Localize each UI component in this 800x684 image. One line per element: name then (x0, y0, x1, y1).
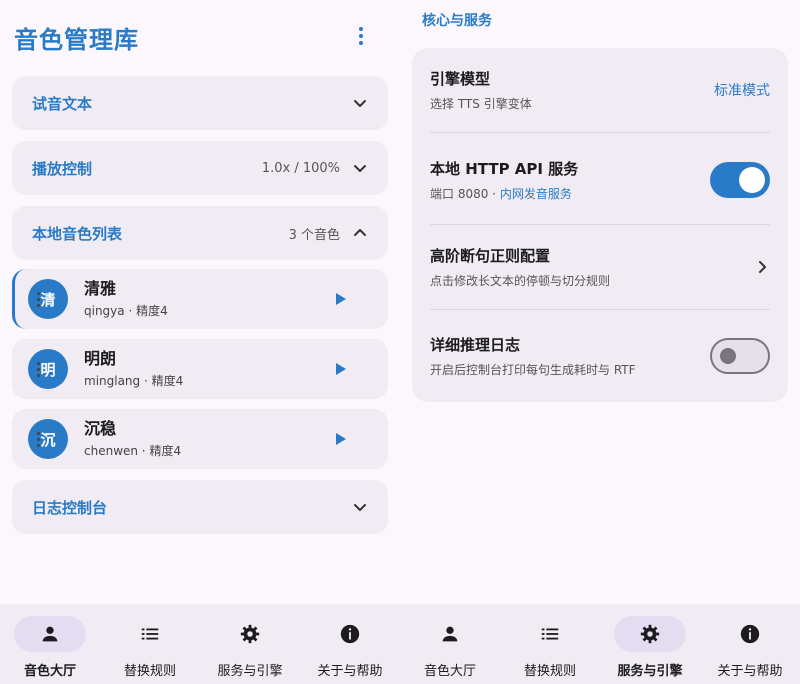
voice-name: 清雅 (84, 279, 117, 298)
more-options-button[interactable] (351, 22, 371, 50)
gear-icon (240, 624, 260, 644)
bottom-navigation: 音色大厅 替换规则 服务与引擎 关于与帮助 音色大厅 替换规则 服务与引擎 关于… (0, 604, 800, 684)
section-label: 本地音色列表 (32, 224, 123, 243)
voice-library-screen: 音色管理库 试音文本 播放控制 1.0x / 100% 本地音色列表 3 个音色… (0, 0, 400, 604)
setting-title: 详细推理日志 (430, 336, 521, 354)
nav-label: 关于与帮助 (717, 664, 783, 679)
nav-service-engine[interactable]: 服务与引擎 (200, 604, 300, 684)
engine-model-setting[interactable]: 引擎模型 选择 TTS 引擎变体 标准模式 (430, 68, 770, 112)
service-engine-screen: 核心与服务 引擎模型 选择 TTS 引擎变体 标准模式 本地 HTTP API … (400, 0, 800, 604)
chevron-down-icon (354, 165, 366, 172)
verbose-log-toggle[interactable] (710, 338, 770, 374)
divider (430, 309, 770, 310)
voice-item-chenwen[interactable]: 沉 沉稳 chenwen · 精度4 (12, 409, 388, 469)
sample-text-section[interactable]: 试音文本 (12, 76, 388, 130)
voice-item-minglang[interactable]: 明 明朗 minglang · 精度4 (12, 339, 388, 399)
playback-speed-volume: 1.0x / 100% (261, 160, 340, 176)
nav-about-help[interactable]: 关于与帮助 (300, 604, 400, 684)
intranet-service-link[interactable]: 内网发音服务 (500, 187, 572, 201)
info-icon (740, 624, 760, 644)
setting-desc: 点击修改长文本的停顿与切分规则 (430, 274, 611, 288)
http-api-setting: 本地 HTTP API 服务 端口 8080 · 内网发音服务 (430, 158, 770, 202)
list-icon (141, 628, 159, 640)
log-console-section[interactable]: 日志控制台 (12, 480, 388, 534)
nav-label: 替换规则 (523, 664, 576, 679)
verbose-log-setting: 详细推理日志 开启后控制台打印每句生成耗时与 RTF (430, 334, 770, 378)
nav-label: 服务与引擎 (617, 664, 683, 679)
chevron-down-icon (354, 100, 366, 107)
voice-name: 沉稳 (84, 419, 117, 438)
setting-title: 高阶断句正则配置 (430, 247, 551, 265)
nav-label: 音色大厅 (423, 664, 476, 679)
chevron-right-icon (759, 261, 766, 273)
nav-voice-hall[interactable]: 音色大厅 (400, 604, 500, 684)
settings-card: 引擎模型 选择 TTS 引擎变体 标准模式 本地 HTTP API 服务 端口 … (412, 48, 788, 402)
nav-replace-rules[interactable]: 替换规则 (500, 604, 600, 684)
setting-desc: 端口 8080 · 内网发音服务 (430, 185, 710, 202)
section-label: 日志控制台 (32, 498, 108, 517)
setting-title: 引擎模型 (430, 70, 491, 88)
page-title: 音色管理库 (14, 26, 139, 54)
nav-label: 关于与帮助 (317, 664, 383, 679)
list-icon (541, 628, 559, 640)
regex-config-setting[interactable]: 高阶断句正则配置 点击修改长文本的停顿与切分规则 (430, 245, 770, 289)
section-label: 播放控制 (32, 159, 93, 178)
setting-desc: 选择 TTS 引擎变体 (430, 97, 532, 111)
play-icon[interactable] (332, 431, 348, 447)
chevron-down-icon (354, 504, 366, 511)
voice-id-precision: minglang · 精度4 (84, 374, 184, 388)
nav-label: 音色大厅 (23, 664, 76, 679)
engine-mode-value[interactable]: 标准模式 (714, 80, 770, 100)
voice-more-button[interactable] (28, 285, 48, 313)
chevron-up-icon (354, 229, 366, 236)
nav-replace-rules[interactable]: 替换规则 (100, 604, 200, 684)
nav-voice-hall[interactable]: 音色大厅 (0, 604, 100, 684)
divider (430, 132, 770, 133)
group-title: 核心与服务 (422, 13, 492, 29)
person-icon (442, 626, 458, 642)
voice-id-precision: qingya · 精度4 (84, 304, 168, 318)
voice-name: 明朗 (84, 349, 117, 368)
setting-desc: 开启后控制台打印每句生成耗时与 RTF (430, 363, 636, 377)
http-port: 端口 8080 · (430, 187, 500, 201)
voice-more-button[interactable] (28, 355, 48, 383)
voice-id-precision: chenwen · 精度4 (84, 444, 182, 458)
nav-about-help[interactable]: 关于与帮助 (700, 604, 800, 684)
playback-control-section[interactable]: 播放控制 1.0x / 100% (12, 141, 388, 195)
local-voices-section[interactable]: 本地音色列表 3 个音色 (12, 206, 388, 260)
divider (430, 224, 770, 225)
http-api-toggle[interactable] (710, 162, 770, 198)
play-icon[interactable] (332, 361, 348, 377)
setting-title: 本地 HTTP API 服务 (430, 160, 579, 178)
play-icon[interactable] (332, 291, 348, 307)
section-label: 试音文本 (32, 94, 93, 113)
info-icon (340, 624, 360, 644)
voice-more-button[interactable] (28, 425, 48, 453)
voice-item-qingya[interactable]: 清 清雅 qingya · 精度4 (12, 269, 388, 329)
voice-count: 3 个音色 (288, 227, 340, 243)
nav-label: 服务与引擎 (217, 664, 283, 679)
nav-label: 替换规则 (123, 664, 176, 679)
gear-icon (640, 624, 660, 644)
person-icon (42, 626, 58, 642)
nav-service-engine[interactable]: 服务与引擎 (600, 604, 700, 684)
